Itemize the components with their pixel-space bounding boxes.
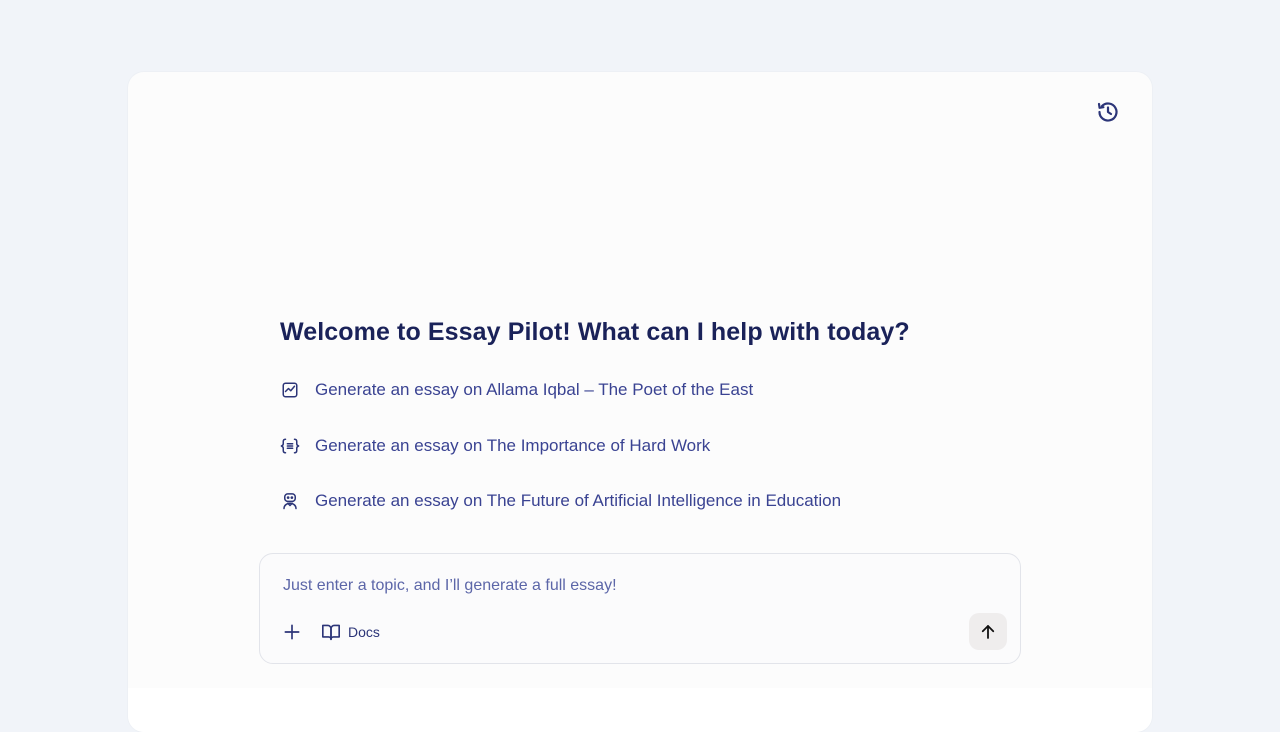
docs-label: Docs [348, 624, 380, 640]
composer: Docs [259, 553, 1021, 664]
suggestion-item-ai-education[interactable]: Generate an essay on The Future of Artif… [280, 487, 841, 515]
plus-icon [284, 624, 300, 640]
main-card: Welcome to Essay Pilot! What can I help … [128, 72, 1152, 732]
history-clock-icon [1097, 102, 1118, 122]
welcome-title: Welcome to Essay Pilot! What can I help … [280, 318, 910, 346]
braces-icon [280, 436, 300, 456]
card-footer-strip [128, 688, 1152, 732]
send-button[interactable] [969, 613, 1007, 650]
suggestion-label: Generate an essay on The Future of Artif… [315, 491, 842, 510]
arrow-up-icon [981, 624, 995, 639]
suggestion-label: Generate an essay on The Importance of H… [315, 435, 711, 455]
history-button[interactable] [1094, 98, 1122, 126]
book-icon [320, 621, 342, 643]
suggestion-item-hard-work[interactable]: Generate an essay on The Importance of H… [280, 432, 841, 460]
robot-icon [280, 491, 300, 511]
suggestion-label: Generate an essay on Allama Iqbal – The … [315, 380, 754, 399]
add-attachment-button[interactable] [280, 620, 304, 644]
docs-button[interactable]: Docs [320, 620, 380, 644]
suggestion-item-allama-iqbal[interactable]: Generate an essay on Allama Iqbal – The … [280, 376, 841, 404]
suggestion-list: Generate an essay on Allama Iqbal – The … [280, 376, 841, 543]
chart-icon [280, 380, 300, 400]
topic-input[interactable] [283, 574, 983, 598]
